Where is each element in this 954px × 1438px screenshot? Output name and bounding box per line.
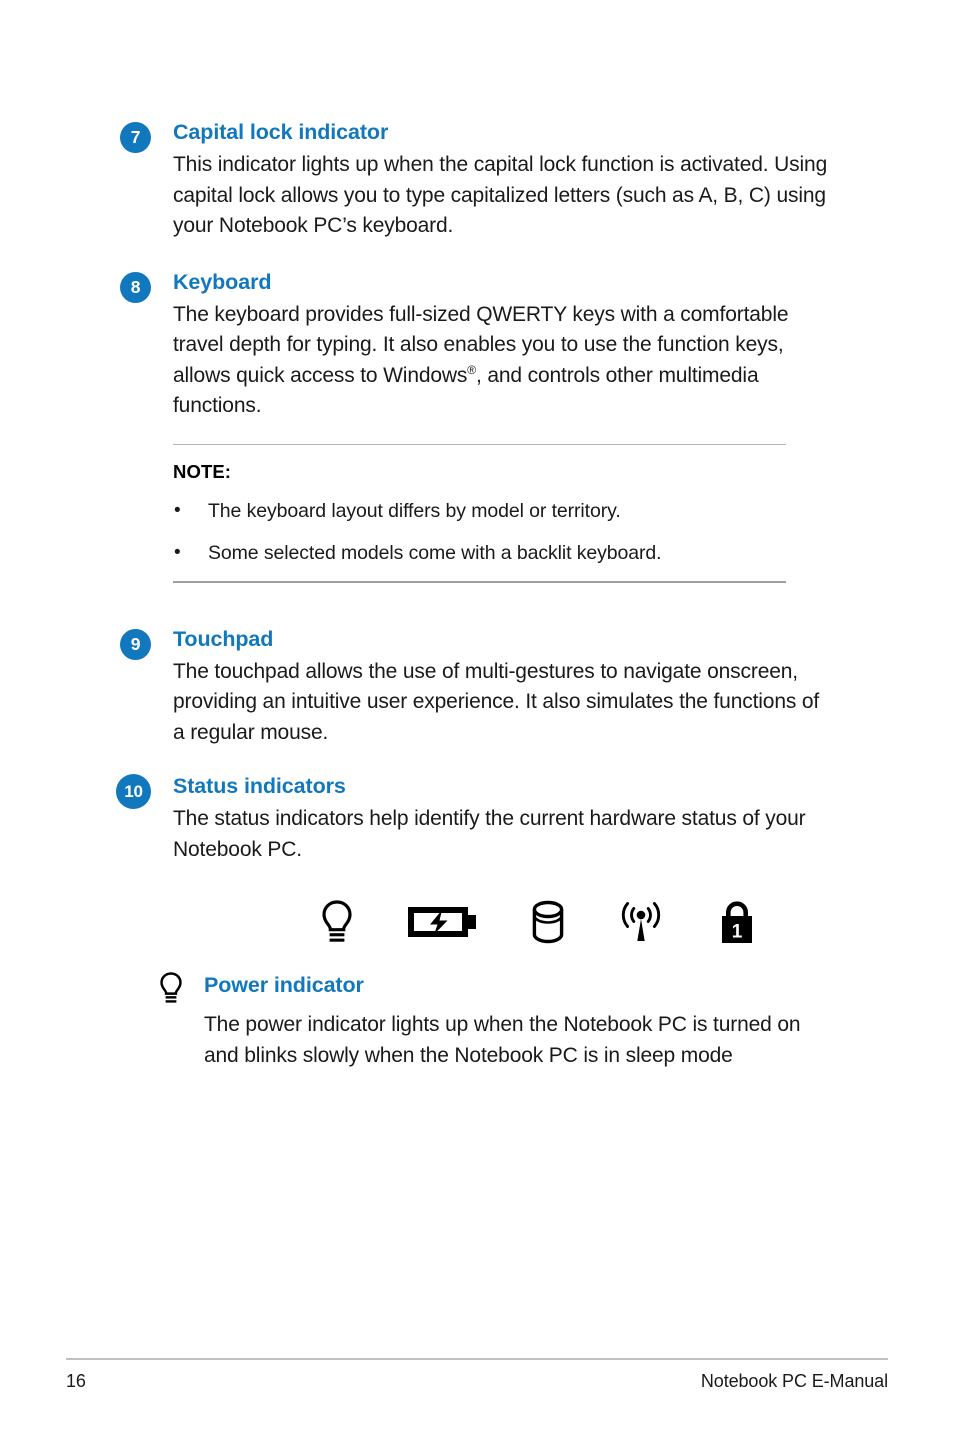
section-touchpad: 9 Touchpad The touchpad allows the use o…: [120, 625, 834, 749]
section-title: Keyboard: [173, 269, 272, 294]
section-number-badge: 9: [120, 628, 151, 660]
subsection-title: Power indicator: [204, 973, 364, 997]
section-title: Touchpad: [173, 626, 274, 651]
page-footer: 16 Notebook PC E-Manual: [66, 1358, 888, 1398]
page-content: 7 Capital lock indicator This indicator …: [116, 118, 834, 1071]
note-list: • The keyboard layout differs by model o…: [173, 497, 786, 567]
subsection-body: The power indicator lights up when the N…: [204, 1013, 801, 1067]
power-indicator-icon: [320, 900, 354, 944]
section-body: The keyboard provides full-sized QWERTY …: [173, 300, 834, 422]
section-body: The status indicators help identify the …: [173, 807, 806, 861]
section-status-indicators: 10 Status indicators The status indicato…: [116, 772, 834, 865]
wireless-bluetooth-icon: [616, 900, 666, 944]
registered-trademark-symbol: ®: [467, 362, 476, 377]
manual-page: 7 Capital lock indicator This indicator …: [0, 0, 954, 1438]
section-body: The touchpad allows the use of multi-ges…: [173, 659, 820, 744]
section-number-badge: 8: [120, 271, 151, 303]
note-box: NOTE: • The keyboard layout differs by m…: [173, 443, 786, 583]
number-lock-glyph: 1: [732, 922, 743, 943]
footer-row: 16 Notebook PC E-Manual: [66, 1371, 888, 1392]
section-number-badge: 7: [120, 122, 151, 153]
note-list-item: • The keyboard layout differs by model o…: [173, 497, 786, 525]
bullet-glyph: •: [174, 541, 181, 563]
section-capital-lock-indicator: 7 Capital lock indicator This indicator …: [120, 118, 834, 242]
power-indicator-icon: [158, 972, 184, 1003]
page-number: 16: [66, 1371, 86, 1391]
note-item-text: Some selected models come with a backlit…: [208, 541, 662, 564]
footer-title: Notebook PC E-Manual: [700, 1371, 888, 1391]
section-title: Status indicators: [173, 774, 346, 798]
note-label: NOTE:: [173, 460, 232, 482]
section-title: Capital lock indicator: [173, 120, 389, 144]
number-lock-icon: 1: [718, 898, 756, 946]
footer-divider: [66, 1358, 888, 1360]
section-body: This indicator lights up when the capita…: [173, 153, 828, 237]
section-keyboard: 8 Keyboard The keyboard provides full-si…: [120, 268, 834, 422]
subsection-power-indicator: Power indicator The power indicator ligh…: [120, 971, 834, 1071]
bullet-glyph: •: [174, 499, 181, 521]
section-number-badge: 10: [116, 774, 151, 809]
battery-charge-icon: [406, 901, 480, 943]
status-indicator-icon-strip: 1: [320, 891, 834, 953]
note-list-item: • Some selected models come with a backl…: [173, 539, 786, 567]
note-item-text: The keyboard layout differs by model or …: [208, 499, 621, 522]
drive-activity-icon: [532, 900, 564, 944]
